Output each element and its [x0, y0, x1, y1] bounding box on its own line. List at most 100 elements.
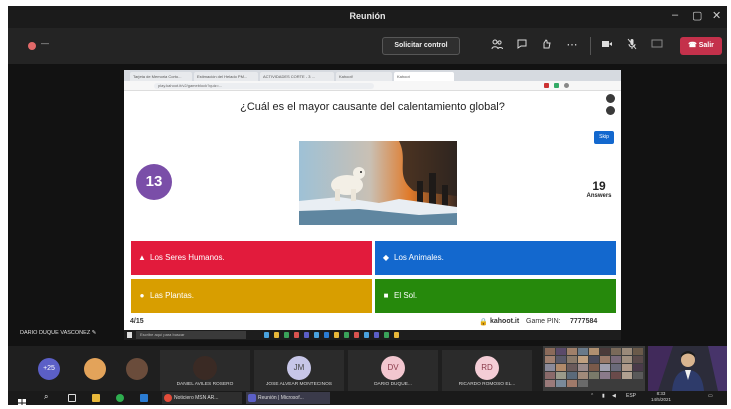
teams-window: Reunión – ▢ ✕ — Solicitar control ⋯ ☎ Sa…: [8, 6, 727, 405]
file-explorer-icon[interactable]: [92, 394, 100, 402]
language-indicator[interactable]: ESP: [626, 393, 636, 399]
windows-taskbar: ⌕ Noticiero MSN AR... Reunión | Microsof…: [8, 391, 727, 405]
app-icon: [374, 332, 379, 338]
meeting-timer: —: [41, 39, 49, 48]
app-icon: [264, 332, 269, 338]
participant-name: DANIEL AVILES ROSERO: [176, 382, 234, 387]
url-field[interactable]: play.kahoot.it/v2/gameblock?quiz=...: [154, 83, 374, 89]
network-icon[interactable]: ▮: [602, 393, 605, 399]
participants-strip: +25 DANIEL AVILES ROSERO JM JOSE ALVEAR …: [8, 346, 727, 391]
participant-tile[interactable]: DANIEL AVILES ROSERO: [160, 350, 250, 391]
minimize-icon[interactable]: –: [672, 9, 678, 21]
answer-label: Las Plantas.: [150, 291, 195, 300]
clock[interactable]: 8:33 14/5/2021: [648, 391, 674, 403]
participant-tile[interactable]: JM JOSE ALVEAR MONTECINOS: [254, 350, 344, 391]
browser-tab[interactable]: Estimación del Helado PM...: [194, 72, 258, 81]
extension-icon[interactable]: [544, 83, 549, 88]
video-gallery[interactable]: [543, 346, 645, 391]
app-icon: [364, 332, 369, 338]
people-icon[interactable]: [490, 38, 504, 52]
taskbar-app-label: Noticiero MSN AR...: [174, 395, 219, 401]
clock-date: 14/5/2021: [650, 397, 672, 402]
answer-label: Los Seres Humanos.: [150, 253, 225, 262]
share-icon[interactable]: [650, 38, 664, 52]
app-icon: [304, 332, 309, 338]
app-icon: [334, 332, 339, 338]
app-icon: [274, 332, 279, 338]
more-icon[interactable]: ⋯: [565, 38, 579, 52]
participant-name: RICARDO ROMOSO EL...: [458, 382, 516, 387]
start-icon[interactable]: [18, 394, 26, 405]
store-icon[interactable]: [140, 394, 148, 402]
shared-screen: Tarjeta de Memoria Corto... Estimación d…: [8, 64, 727, 346]
tray-chevron-icon[interactable]: ⌃: [590, 393, 594, 399]
participant-tile[interactable]: RD RICARDO ROMOSO EL...: [442, 350, 532, 391]
kahoot-footer: 4/15 🔒 kahoot.it Game PIN: 7777584: [124, 317, 621, 329]
browser-tab[interactable]: Kahoot!: [336, 72, 392, 81]
taskbar-app[interactable]: Reunión | Microsof...: [246, 392, 330, 404]
countdown-timer: 13: [136, 164, 172, 200]
request-control-button[interactable]: Solicitar control: [382, 37, 460, 55]
answer-option: ▲ Los Seres Humanos.: [131, 241, 372, 275]
volume-icon[interactable]: ◀: [612, 393, 616, 399]
task-view-icon[interactable]: [68, 394, 76, 402]
mic-off-icon[interactable]: [625, 38, 639, 52]
windows-icon: [127, 332, 132, 338]
answer-label: El Sol.: [394, 291, 418, 300]
skip-button[interactable]: Skip: [594, 131, 614, 144]
chat-icon[interactable]: [515, 38, 529, 52]
answer-option: ■ El Sol.: [375, 279, 616, 313]
settings-icon[interactable]: [606, 94, 615, 103]
leave-button[interactable]: ☎ Salir: [680, 37, 722, 55]
toolbar-divider: [590, 37, 591, 55]
participant-tile[interactable]: DV DARIO DUQUE...: [348, 350, 438, 391]
browser-tab[interactable]: ACTIVIDADES CORTE - 3 ...: [260, 72, 334, 81]
presenter-name: DARIO DUQUE VASCONEZ ✎: [20, 330, 96, 336]
notifications-icon[interactable]: ▭: [708, 393, 713, 399]
question-progress: 4/15: [130, 318, 144, 325]
extension-icon[interactable]: [554, 83, 559, 88]
window-title: Reunión: [349, 11, 386, 21]
spotify-icon[interactable]: [116, 394, 124, 402]
fullscreen-icon[interactable]: [606, 106, 615, 115]
answer-option: ● Las Plantas.: [131, 279, 372, 313]
app-icon: [384, 332, 389, 338]
shared-search-field: Escribe aquí para buscar: [136, 331, 246, 339]
app-icon: [284, 332, 289, 338]
browser-tab[interactable]: Tarjeta de Memoria Corto...: [130, 72, 192, 81]
triangle-icon: ▲: [138, 253, 146, 262]
maximize-icon[interactable]: ▢: [692, 9, 702, 22]
taskbar-app[interactable]: Noticiero MSN AR...: [162, 392, 242, 404]
app-icon: [314, 332, 319, 338]
kahoot-controls: [606, 94, 616, 118]
shared-taskbar: Escribe aquí para buscar: [124, 330, 621, 340]
app-icon: [294, 332, 299, 338]
more-participants-badge[interactable]: +25: [38, 358, 60, 380]
self-video[interactable]: [648, 346, 727, 391]
quiz-question: ¿Cuál es el mayor causante del calentami…: [240, 101, 505, 113]
participant-avatar[interactable]: [126, 358, 148, 380]
participant-avatar: DV: [381, 356, 405, 380]
leave-label: Salir: [698, 42, 714, 49]
profile-icon[interactable]: [564, 83, 569, 88]
app-icon: [344, 332, 349, 338]
answer-label: Los Animales.: [394, 253, 444, 262]
browser-tab-active[interactable]: Kahoot: [394, 72, 454, 81]
answers-count: 19: [592, 179, 606, 193]
search-icon[interactable]: ⌕: [44, 392, 48, 402]
camera-icon[interactable]: [600, 38, 614, 52]
participant-name: DARIO DUQUE...: [374, 382, 412, 387]
question-image: [299, 141, 457, 225]
taskbar-app-label: Reunión | Microsof...: [258, 395, 304, 401]
address-bar: play.kahoot.it/v2/gameblock?quiz=...: [124, 81, 621, 91]
participant-avatar: [193, 356, 217, 380]
participant-avatar: JM: [287, 356, 311, 380]
close-icon[interactable]: ✕: [712, 9, 721, 22]
reactions-icon[interactable]: [540, 38, 554, 52]
participant-avatar[interactable]: [84, 358, 106, 380]
teams-icon: [248, 394, 256, 402]
presenter-label: DARIO DUQUE VASCONEZ: [20, 330, 91, 336]
participant-name: JOSE ALVEAR MONTECINOS: [265, 382, 332, 387]
chrome-icon: [164, 394, 172, 402]
answers-label: Answers: [586, 193, 612, 199]
